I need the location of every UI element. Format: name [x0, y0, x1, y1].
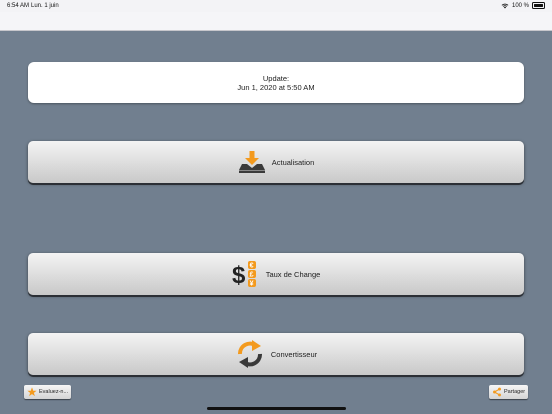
share-label: Partager [504, 389, 526, 395]
status-time: 6:54 AM [7, 3, 30, 9]
refresh-button[interactable]: Actualisation [28, 141, 524, 183]
exchange-rates-button[interactable]: $ € £ ¥ Taux de Change [28, 253, 524, 295]
battery-icon [532, 2, 545, 9]
wifi-icon [501, 3, 509, 8]
update-label: Update: [262, 73, 290, 83]
svg-text:¥: ¥ [249, 281, 253, 288]
download-tray-icon [238, 151, 265, 173]
share-icon [493, 387, 501, 397]
share-button[interactable]: Partager [489, 385, 529, 399]
status-right: 100 % [501, 2, 545, 9]
svg-text:£: £ [249, 272, 253, 279]
home-indicator [207, 407, 346, 410]
rate-app-label: Evaluez-n... [39, 389, 69, 395]
navigation-bar [0, 12, 552, 31]
svg-text:$: $ [232, 262, 246, 288]
exchange-rates-label: Taux de Change [265, 269, 321, 279]
update-info-card: Update: Jun 1, 2020 at 5:50 AM [28, 62, 524, 103]
refresh-arrows-icon [237, 340, 262, 368]
status-date: Lun. 1 juin [31, 3, 59, 9]
converter-label: Convertisseur [270, 349, 318, 359]
star-icon [27, 387, 37, 397]
update-timestamp: Jun 1, 2020 at 5:50 AM [237, 82, 315, 92]
rate-app-button[interactable]: Evaluez-n... [24, 385, 72, 399]
battery-percent: 100 % [511, 2, 529, 9]
refresh-label: Actualisation [271, 157, 315, 167]
svg-text:€: € [249, 263, 253, 270]
converter-button[interactable]: Convertisseur [28, 333, 524, 375]
status-bar: 6:54 AM Lun. 1 juin 100 % [0, 0, 552, 12]
currency-icon: $ € £ ¥ [232, 261, 256, 288]
